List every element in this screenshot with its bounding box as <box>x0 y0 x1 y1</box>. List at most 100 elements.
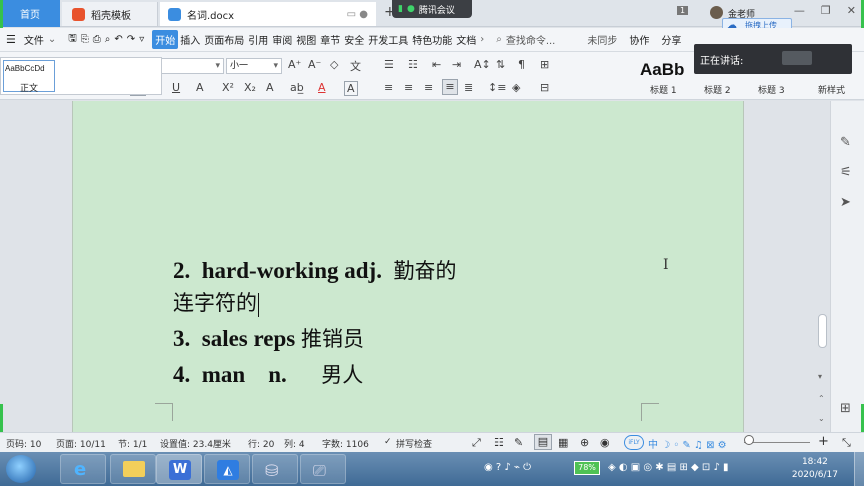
phonetic-icon[interactable]: 文 <box>350 58 361 74</box>
system-tray-icons[interactable]: ◉ ? ♪ ⌁ ⏻ <box>484 462 531 473</box>
avatar[interactable] <box>710 6 723 19</box>
clock[interactable]: 18:42 2020/6/17 <box>792 456 838 482</box>
vertical-scrollbar-thumb[interactable] <box>818 314 827 348</box>
text-effect-icon[interactable]: A <box>266 81 274 94</box>
web-view-icon[interactable]: ⊕ <box>580 436 589 449</box>
command-search[interactable]: 查找命令... <box>504 32 558 47</box>
status-section[interactable]: 节: 1/1 <box>118 437 147 450</box>
redo-icon[interactable]: ↷ <box>125 34 137 45</box>
style-normal[interactable]: AaBbCcDd 正文 <box>3 60 55 94</box>
menu-home[interactable]: 开始 <box>152 30 179 49</box>
hamburger-icon[interactable]: ☰ <box>6 33 16 46</box>
bullets-icon[interactable]: ☰ <box>384 58 394 71</box>
reading-view-icon[interactable]: ▦ <box>558 436 568 449</box>
style-heading2-label[interactable]: 标题 2 <box>704 83 731 96</box>
collab-button[interactable]: 协作 <box>627 32 651 47</box>
tray-app-icons[interactable]: ◈ ◐ ▣ ◎ ✱ ▤ ⊞ ◆ ⊡ ♪ ▮ <box>608 462 729 473</box>
battery-indicator[interactable]: 78% <box>574 461 600 475</box>
shading-icon[interactable]: ◈ <box>512 81 520 94</box>
status-spellcheck[interactable]: 拼写检查 <box>396 437 432 450</box>
start-button[interactable] <box>6 455 36 483</box>
tab-options-icon[interactable]: ▭ ● <box>347 9 368 20</box>
taskbar-wps[interactable]: W <box>156 454 202 484</box>
export-icon[interactable]: ⎘ <box>79 34 91 45</box>
tab-template[interactable]: 稻壳模板 <box>62 2 158 26</box>
restore-icon[interactable]: ❐ <box>821 4 831 17</box>
menu-page-layout[interactable]: 页面布局 <box>202 32 246 47</box>
sort-icon[interactable]: ⇅ <box>496 58 505 71</box>
menu-document[interactable]: 文档 <box>454 32 478 47</box>
grow-font-icon[interactable]: A⁺ <box>288 58 301 71</box>
next-page-icon[interactable]: ⌄ <box>818 414 825 423</box>
align-right-icon[interactable]: ≡ <box>424 81 433 94</box>
clear-format-icon[interactable]: ◇ <box>330 58 338 71</box>
status-row[interactable]: 行: 20 <box>248 437 274 450</box>
menu-features[interactable]: 特色功能 <box>410 32 454 47</box>
sync-status[interactable]: 未同步 <box>585 32 619 47</box>
align-left-icon[interactable]: ≡ <box>384 81 393 94</box>
taskbar-app-one[interactable]: ⛁ <box>252 454 298 484</box>
spellcheck-icon[interactable]: ✓ <box>384 437 392 447</box>
taskbar-app-two[interactable]: ⎚ <box>300 454 346 484</box>
menu-review[interactable]: 审阅 <box>270 32 294 47</box>
status-pages[interactable]: 页面: 10/11 <box>56 437 106 450</box>
save-icon[interactable]: 🖫 <box>66 31 79 48</box>
increase-indent-icon[interactable]: ⇥ <box>452 58 461 71</box>
quick-access-icon[interactable]: ▿ <box>137 34 146 45</box>
taskbar-ie[interactable]: e <box>60 454 106 484</box>
font-size-select[interactable]: 小一 ▾ <box>226 58 282 74</box>
line-spacing-icon[interactable]: ↕≡ <box>488 81 506 94</box>
undo-icon[interactable]: ↶ <box>112 34 124 45</box>
status-col[interactable]: 列: 4 <box>284 437 305 450</box>
menu-view[interactable]: 视图 <box>294 32 318 47</box>
superscript-icon[interactable]: X² <box>222 81 234 94</box>
taskbar-explorer[interactable] <box>110 454 156 484</box>
shrink-font-icon[interactable]: A⁻ <box>308 58 321 71</box>
menu-file[interactable]: 文件 <box>22 32 46 47</box>
edit-view-icon[interactable]: ✎ <box>514 436 523 449</box>
numbering-icon[interactable]: ☷ <box>408 58 418 71</box>
status-setting[interactable]: 设置值: 23.4厘米 <box>160 437 231 450</box>
menu-insert[interactable]: 插入 <box>178 32 202 47</box>
distribute-icon[interactable]: ≣ <box>464 81 473 94</box>
justify-icon[interactable]: ≡ <box>442 79 458 95</box>
table-icon[interactable]: ⊞ <box>540 58 549 71</box>
sliders-icon[interactable]: ⚟ <box>840 165 852 180</box>
menu-security[interactable]: 安全 <box>342 32 366 47</box>
menu-references[interactable]: 引用 <box>246 32 270 47</box>
scroll-down-icon[interactable]: ▾ <box>818 372 822 381</box>
show-desktop-button[interactable] <box>854 452 864 486</box>
meeting-badge[interactable]: ▮ ● 腾讯会议 <box>392 0 472 18</box>
underline-icon[interactable]: U <box>172 81 180 94</box>
decrease-indent-icon[interactable]: ⇤ <box>432 58 441 71</box>
page-view-icon[interactable]: ▤ <box>534 434 552 450</box>
eye-care-icon[interactable]: ◉ <box>600 436 610 449</box>
align-center-icon[interactable]: ≡ <box>404 81 413 94</box>
document-page[interactable]: 2. hard-working adj. 勤奋的 连字符的 3. sales r… <box>72 101 744 432</box>
tab-home[interactable]: 首页 <box>0 0 60 27</box>
menu-developer[interactable]: 开发工具 <box>366 32 410 47</box>
status-page-num[interactable]: 页码: 10 <box>6 437 41 450</box>
menu-chapter[interactable]: 章节 <box>318 32 342 47</box>
print-icon[interactable]: ⎙ <box>91 34 103 45</box>
taskbar-meeting[interactable]: ◭ <box>204 454 250 484</box>
pen-icon[interactable]: ✎ <box>840 135 851 150</box>
grid-icon[interactable]: ⊞ <box>840 401 851 416</box>
style-heading1-label[interactable]: 标题 1 <box>650 83 677 96</box>
chevron-down-icon[interactable]: ⌄ <box>46 34 58 45</box>
zoom-slider-knob[interactable] <box>744 435 754 445</box>
fullscreen-icon[interactable]: ⤢ <box>472 436 481 450</box>
outline-view-icon[interactable]: ☷ <box>494 436 504 449</box>
preview-icon[interactable]: ⌕ <box>103 34 113 45</box>
strikethrough-icon[interactable]: A <box>196 81 204 94</box>
zoom-in-icon[interactable]: + <box>818 434 829 449</box>
zoom-track[interactable] <box>744 442 810 443</box>
share-button[interactable]: 分享 <box>659 32 683 47</box>
show-marks-icon[interactable]: ¶ <box>518 58 525 71</box>
prev-page-icon[interactable]: ⌃ <box>818 394 825 403</box>
char-border-icon[interactable]: A <box>344 81 358 96</box>
style-heading1-preview[interactable]: AaBb <box>640 60 684 80</box>
chinese-layout-icon[interactable]: A↕ <box>474 58 491 71</box>
close-icon[interactable]: ✕ <box>847 4 856 17</box>
highlight-icon[interactable]: ab̲ <box>290 81 304 94</box>
